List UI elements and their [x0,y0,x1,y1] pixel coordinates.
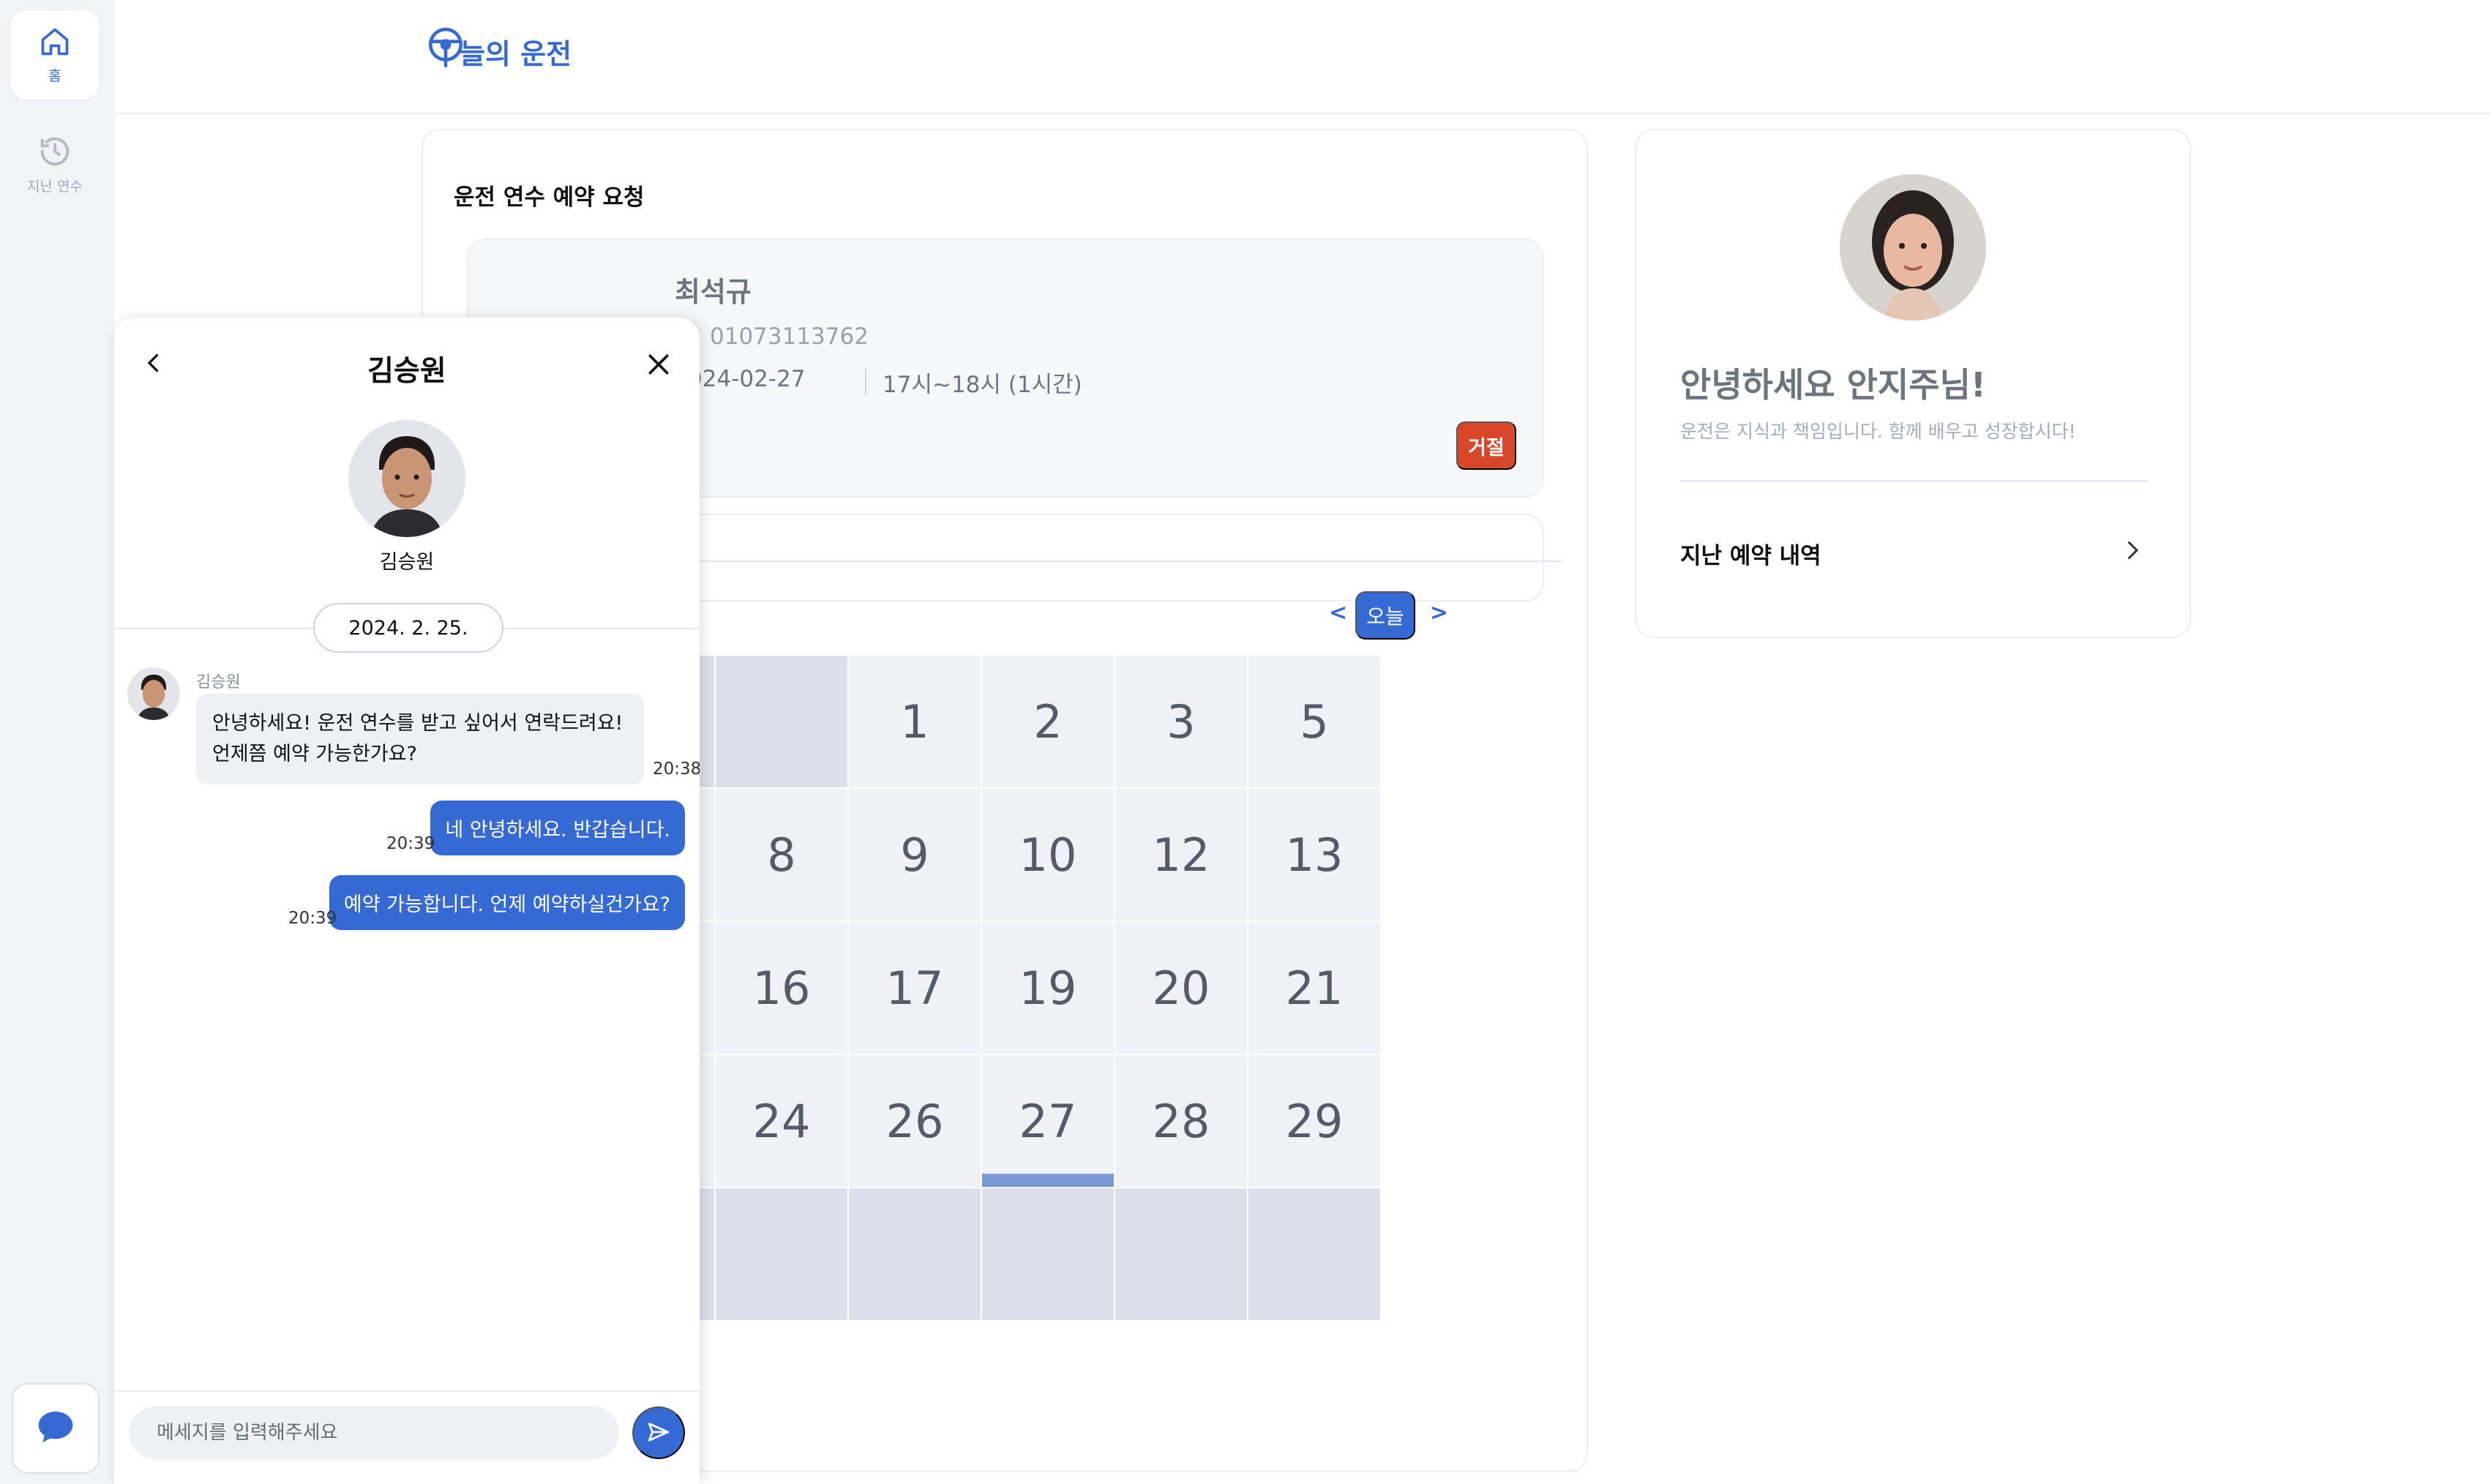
logo-text: 늘의 운전 [460,38,572,70]
outgoing-message: 네 안녕하세요. 반갑습니다. [430,801,685,855]
chat-partner-name: 김승원 [379,551,435,574]
requester-name: 최석규 [675,276,752,308]
reject-button[interactable]: 거절 [1456,421,1516,470]
calendar-empty-cell [982,1188,1114,1320]
home-icon [39,26,71,61]
send-button[interactable] [632,1406,685,1459]
greeting-subtitle: 운전은 지식과 책임입니다. 함께 배우고 성장합시다! [1680,421,2076,442]
message-time: 20:38 [653,760,700,779]
calendar-empty-cell [1115,1188,1247,1320]
calendar-prev-button[interactable]: < [1329,600,1347,626]
chat-input-divider [114,1390,700,1392]
instructor-avatar [1840,174,1986,321]
calendar-day[interactable]: 1 [849,656,981,787]
chat-partner-avatar [348,420,465,537]
calendar-day[interactable]: 9 [849,789,981,921]
calendar-day[interactable]: 3 [1115,656,1247,787]
incoming-message: 안녕하세요! 운전 연수를 받고 싶어서 연락드려요! 언제쯤 예약 가능한가요… [196,694,644,784]
calendar-empty-cell [716,656,847,787]
rail-home-button[interactable]: 홈 [10,10,100,100]
calendar-day[interactable]: 28 [1115,1055,1247,1187]
close-icon[interactable] [644,350,673,382]
calendar-day[interactable]: 24 [716,1055,847,1187]
request-date: 024-02-27 [688,366,806,392]
message-time: 20:39 [386,834,435,853]
chat-bubble-icon [35,1406,76,1450]
calendar-day[interactable]: 27 [982,1055,1114,1187]
calendar-day[interactable]: 16 [716,922,847,1054]
calendar-day[interactable]: 5 [1248,656,1380,787]
left-rail: 홈 지난 연수 [0,0,114,1484]
history-icon [38,135,72,171]
request-time: 17시~18시 (1시간) [883,372,1082,398]
calendar-day[interactable]: 21 [1248,922,1380,1054]
calendar-day[interactable]: 20 [1115,922,1247,1054]
calendar-day[interactable]: 13 [1248,789,1380,921]
chat-toggle-button[interactable] [12,1383,100,1474]
calendar-day[interactable]: 10 [982,789,1114,921]
message-sender: 김승원 [196,673,241,692]
rail-past-label: 지난 연수 [27,178,83,195]
calendar-day[interactable]: 12 [1115,789,1247,921]
calendar-next-button[interactable]: > [1430,600,1448,626]
calendar-empty-cell [849,1188,981,1320]
calendar-day[interactable]: 26 [849,1055,981,1187]
calendar-today-button[interactable]: 오늘 [1355,591,1415,640]
calendar-empty-cell [1248,1188,1380,1320]
message-time: 20:39 [288,909,337,928]
calendar-day[interactable]: 2 [982,656,1114,787]
message-avatar [127,667,180,720]
app-logo[interactable]: 늘의 운전 [426,26,572,72]
outgoing-message: 예약 가능합니다. 언제 예약하실건가요? [329,875,685,930]
calendar-day[interactable]: 8 [716,789,847,921]
chat-title: 김승원 [367,355,446,388]
requester-phone: 01073113762 [710,323,869,350]
calendar-empty-cell [716,1188,847,1320]
message-input[interactable] [129,1406,619,1459]
chat-date-pill: 2024. 2. 25. [313,603,503,653]
past-reservations-link[interactable]: 지난 예약 내역 [1680,537,1821,570]
section-title: 운전 연수 예약 요청 [454,184,645,211]
profile-card: 안녕하세요 안지주님! 운전은 지식과 책임입니다. 함께 배우고 성장합시다!… [1635,129,2191,638]
rail-past-button[interactable]: 지난 연수 [10,120,100,209]
send-icon [646,1420,671,1447]
profile-divider [1680,480,2149,481]
calendar-day[interactable]: 29 [1248,1055,1380,1187]
app-header: 늘의 운전 [114,0,2491,114]
calendar-day[interactable]: 17 [849,922,981,1054]
rail-home-label: 홈 [48,67,61,84]
info-divider [865,369,866,395]
chat-panel: 김승원 김승원 2024. 2. 25. 김승원 안녕하세요! 운전 연수를 받… [114,318,700,1484]
greeting-title: 안녕하세요 안지주님! [1680,365,1986,405]
chevron-right-icon[interactable] [2119,537,2146,566]
calendar-day[interactable]: 19 [982,922,1114,1054]
